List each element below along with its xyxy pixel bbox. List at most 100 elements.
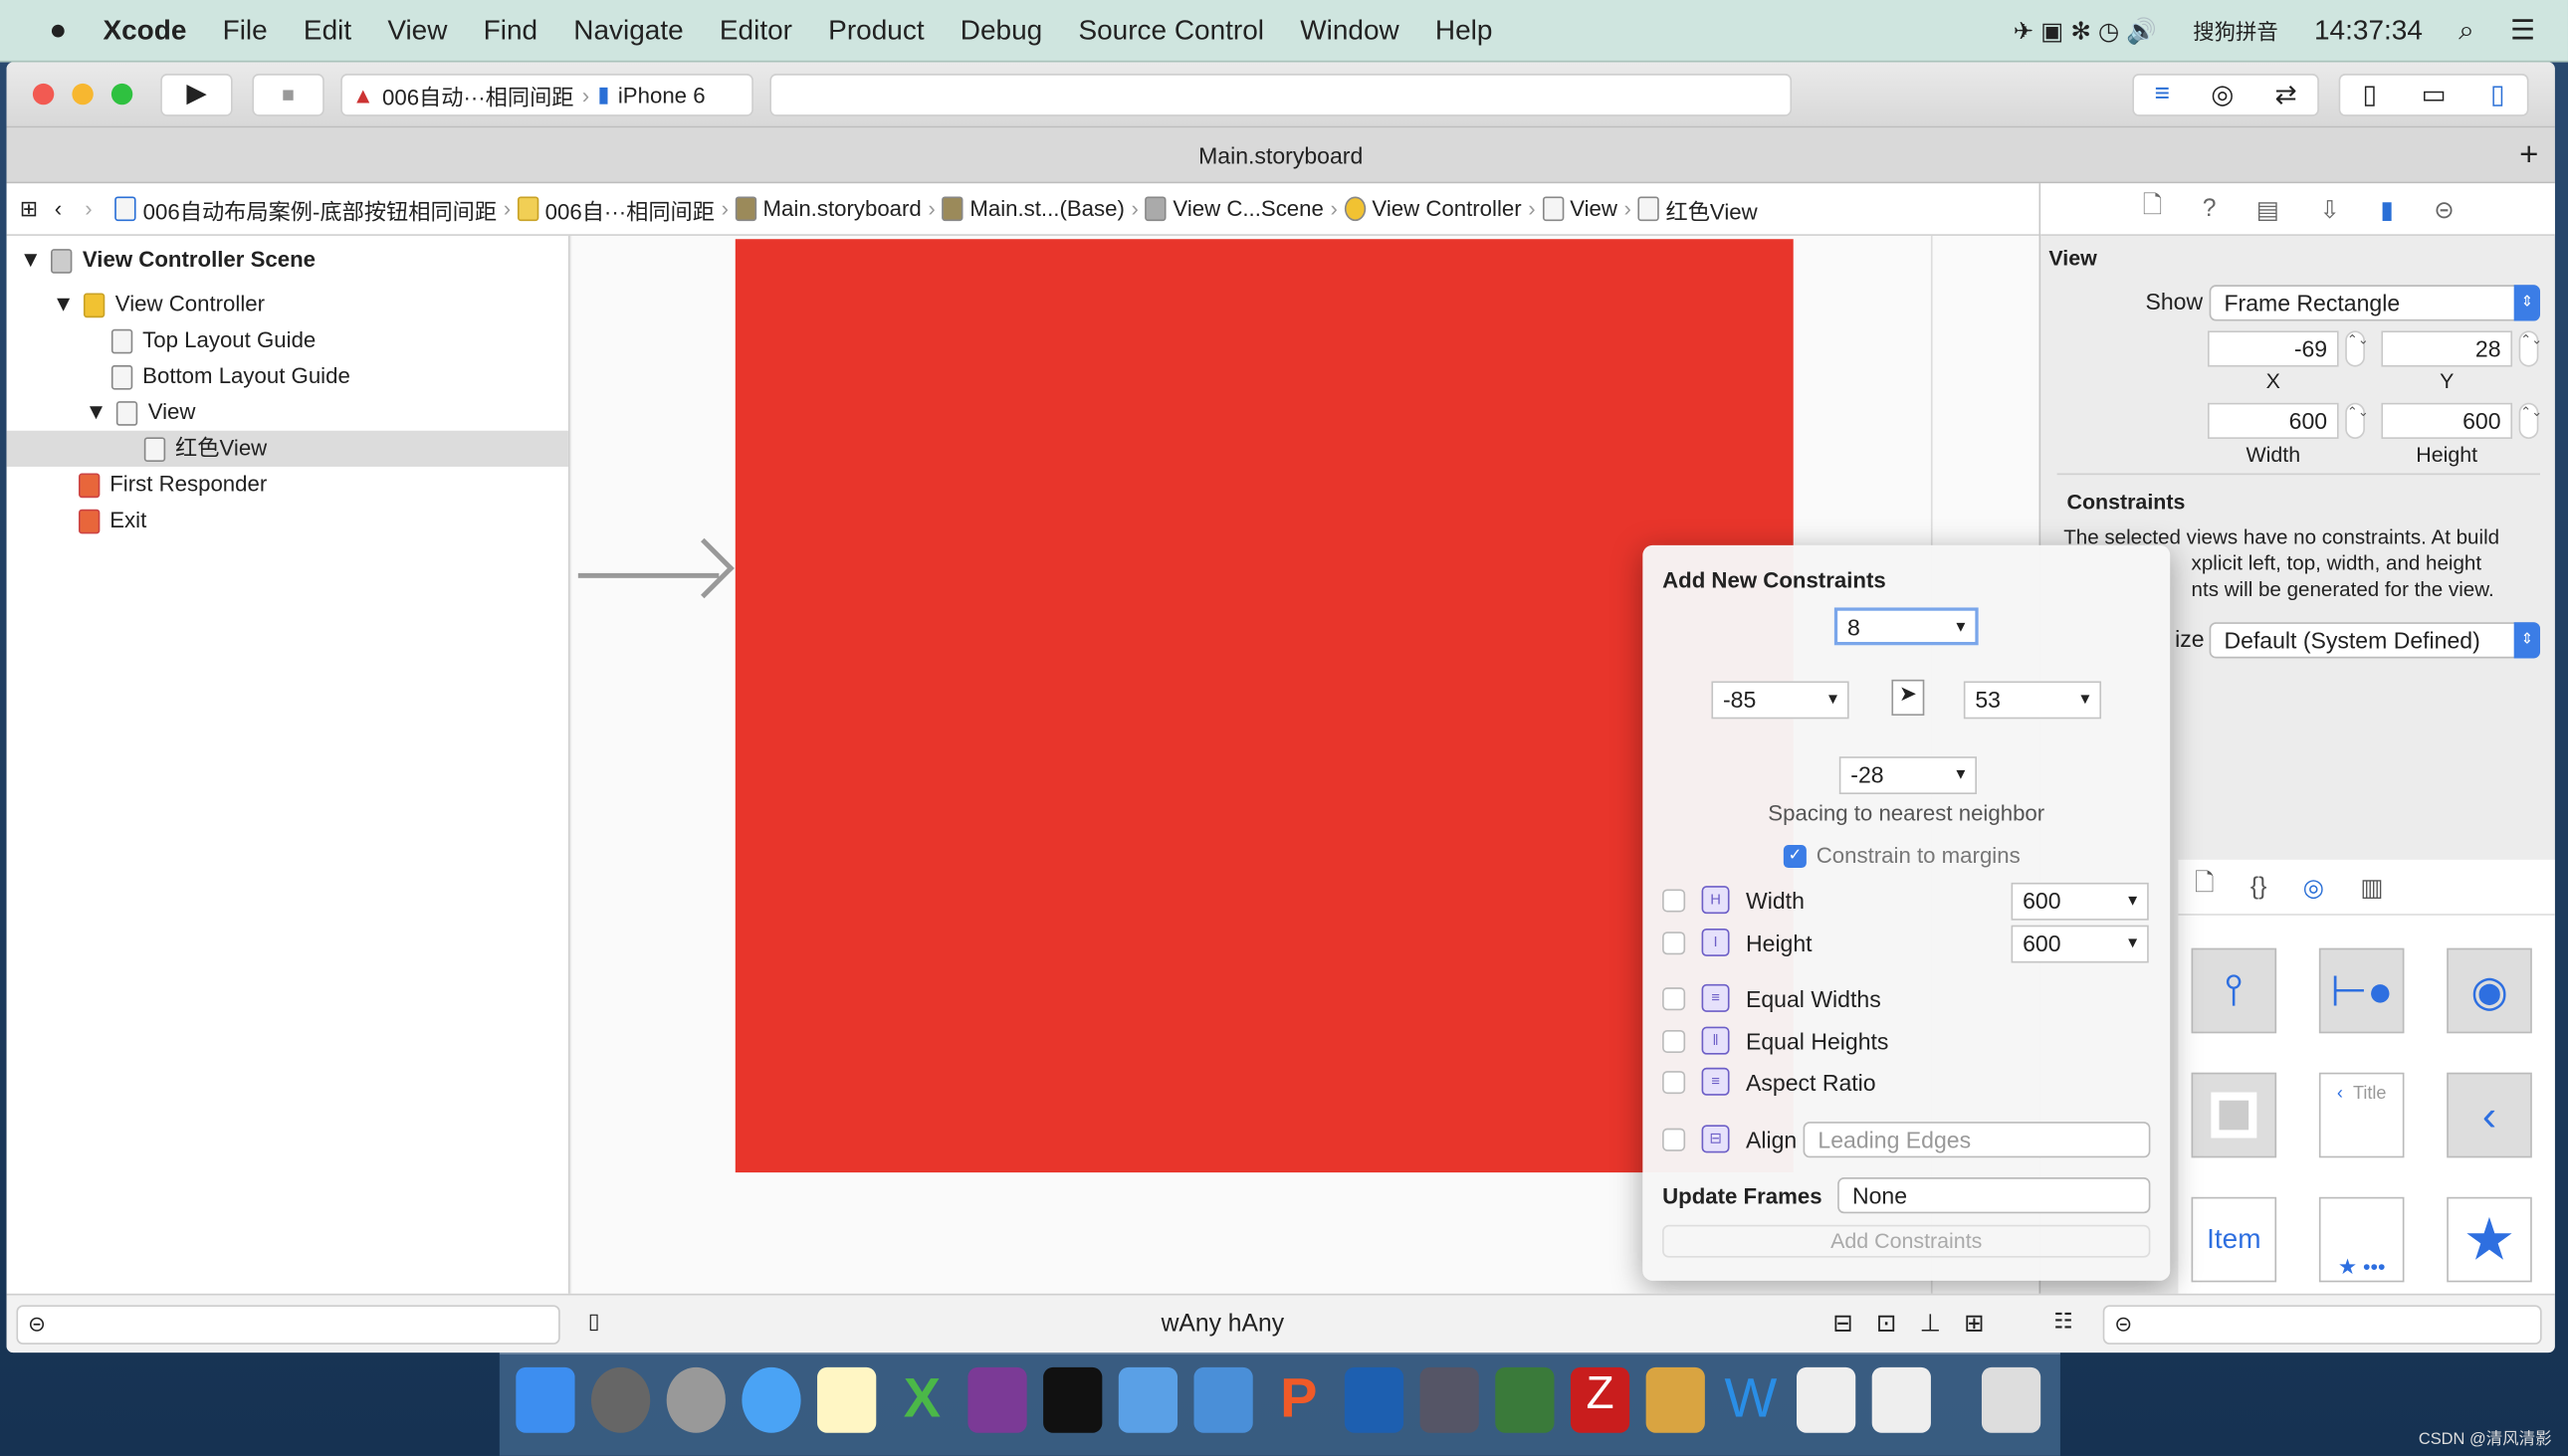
- connections-inspector-icon[interactable]: ⊝: [2434, 194, 2455, 224]
- lib-navigation-bar[interactable]: ‹ Title: [2318, 1072, 2405, 1158]
- input-method[interactable]: 搜狗拼音: [2193, 15, 2278, 46]
- safari-icon[interactable]: [742, 1366, 801, 1433]
- notes-icon[interactable]: [817, 1366, 877, 1433]
- x-stepper[interactable]: ⌃⌄: [2345, 330, 2369, 367]
- height-constraint-row[interactable]: I Height: [1662, 928, 1813, 956]
- code-snippet-icon[interactable]: {}: [2250, 873, 2267, 901]
- zoom-button[interactable]: [110, 83, 133, 105]
- lib-pan-gesture[interactable]: ⊢●: [2318, 947, 2405, 1034]
- scheme-selector[interactable]: ▲ 006自动···相同间距 › ▮ iPhone 6: [340, 74, 753, 116]
- finder-icon[interactable]: [516, 1366, 575, 1433]
- simulator-icon[interactable]: [1193, 1366, 1253, 1433]
- related-items-icon[interactable]: ⊞: [20, 196, 39, 222]
- height-field[interactable]: 600: [2381, 402, 2513, 439]
- identity-inspector-icon[interactable]: ▤: [2256, 194, 2279, 224]
- outline-view-controller[interactable]: ▼ View Controller: [53, 287, 265, 322]
- aspect-ratio-row[interactable]: ≡ Aspect Ratio: [1662, 1067, 1876, 1096]
- video-icon[interactable]: [1419, 1366, 1479, 1433]
- y-field[interactable]: 28: [2381, 330, 2513, 367]
- width-value-field[interactable]: 600: [2011, 882, 2149, 921]
- menu-debug[interactable]: Debug: [961, 14, 1042, 47]
- menu-source-control[interactable]: Source Control: [1078, 14, 1264, 47]
- instruments-2-icon[interactable]: [1871, 1366, 1931, 1433]
- status-icons[interactable]: ✈ ▣ ✻ ◷ 🔊: [2014, 16, 2157, 45]
- onenote-icon[interactable]: [967, 1366, 1027, 1433]
- close-button[interactable]: [32, 83, 55, 105]
- outline-scene[interactable]: ▼ View Controller Scene: [20, 243, 316, 279]
- jump-base[interactable]: Main.st...(Base): [942, 196, 1125, 222]
- width-field[interactable]: 600: [2207, 402, 2339, 439]
- lib-back-button[interactable]: ‹: [2447, 1072, 2532, 1158]
- lib-tab-bar[interactable]: ★ •••: [2318, 1196, 2405, 1283]
- app-icon[interactable]: [1495, 1366, 1555, 1433]
- jump-storyboard[interactable]: Main.storyboard: [735, 196, 922, 222]
- y-stepper[interactable]: ⌃⌄: [2518, 330, 2542, 367]
- version-editor-icon[interactable]: ⇄: [2275, 79, 2297, 111]
- equal-widths-row[interactable]: ≡ Equal Widths: [1662, 983, 1881, 1012]
- minimize-button[interactable]: [72, 83, 94, 105]
- jump-view[interactable]: View: [1542, 196, 1617, 222]
- constrain-to-margins-checkbox[interactable]: ✓ Constrain to margins: [1783, 843, 2021, 868]
- help-inspector-icon[interactable]: ?: [2203, 195, 2217, 223]
- layout-size-select[interactable]: Default (System Defined) ⇕: [2209, 622, 2541, 659]
- menu-navigate[interactable]: Navigate: [573, 14, 683, 47]
- top-spacing-field[interactable]: 8: [1833, 607, 1979, 646]
- file-template-icon[interactable]: 🗋: [2195, 866, 2215, 907]
- update-frames-select[interactable]: None: [1837, 1177, 2151, 1214]
- outline-top-layout-guide[interactable]: Top Layout Guide: [110, 322, 316, 358]
- pencil-app-icon[interactable]: [1645, 1366, 1705, 1433]
- stop-button[interactable]: ■: [252, 74, 324, 116]
- outline-bottom-layout-guide[interactable]: Bottom Layout Guide: [110, 358, 350, 394]
- align-row[interactable]: ⊟ Align: [1662, 1125, 1797, 1153]
- width-constraint-row[interactable]: H Width: [1662, 886, 1805, 915]
- jump-red-view[interactable]: 红色View: [1637, 192, 1758, 225]
- excel-icon[interactable]: X: [893, 1367, 952, 1433]
- attributes-inspector-icon[interactable]: ⇩: [2319, 194, 2340, 224]
- debug-toggle-icon[interactable]: ▭: [2422, 79, 2447, 111]
- navigator-toggle-icon[interactable]: ▯: [2363, 79, 2378, 111]
- height-value-field[interactable]: 600: [2011, 925, 2149, 963]
- x-field[interactable]: -69: [2207, 330, 2339, 367]
- media-library-icon[interactable]: ▥: [2360, 872, 2383, 902]
- size-class-button[interactable]: wAny hAny: [1162, 1310, 1284, 1338]
- menu-file[interactable]: File: [223, 14, 268, 47]
- toggle-outline-icon[interactable]: ▯: [588, 1309, 600, 1335]
- xcode-dock-icon[interactable]: [1118, 1366, 1178, 1433]
- word-icon[interactable]: W: [1721, 1367, 1780, 1433]
- bottom-spacing-field[interactable]: -28: [1838, 756, 1977, 795]
- menu-find[interactable]: Find: [484, 14, 537, 47]
- menu-product[interactable]: Product: [828, 14, 924, 47]
- add-tab-icon[interactable]: +: [2519, 127, 2538, 183]
- back-icon[interactable]: ‹: [55, 196, 62, 221]
- add-constraints-button[interactable]: Add Constraints: [1662, 1224, 2151, 1258]
- outline-view[interactable]: ▼ View: [86, 395, 195, 431]
- file-inspector-icon[interactable]: 🗋: [2143, 188, 2163, 229]
- run-button[interactable]: ▶: [160, 74, 233, 116]
- menu-editor[interactable]: Editor: [720, 14, 792, 47]
- apple-icon[interactable]: ●: [49, 13, 67, 48]
- launchpad-icon[interactable]: [666, 1366, 726, 1433]
- outline-first-responder[interactable]: First Responder: [78, 467, 267, 503]
- lib-tap-gesture[interactable]: ⫯: [2191, 947, 2277, 1034]
- screenshot-icon[interactable]: [1344, 1366, 1404, 1433]
- outline-filter-field[interactable]: ⊝: [16, 1305, 560, 1345]
- library-view-mode-icon[interactable]: ☷: [2053, 1309, 2072, 1335]
- height-stepper[interactable]: ⌃⌄: [2518, 402, 2542, 439]
- jump-view-controller[interactable]: View Controller: [1344, 196, 1522, 222]
- object-library-icon[interactable]: ◎: [2303, 872, 2325, 902]
- menu-help[interactable]: Help: [1435, 14, 1493, 47]
- library-filter-field[interactable]: ⊝: [2102, 1305, 2542, 1345]
- instruments-icon[interactable]: [1797, 1366, 1856, 1433]
- jump-project[interactable]: 006自动布局案例-底部按钮相同间距: [114, 192, 497, 225]
- equal-heights-row[interactable]: ‖ Equal Heights: [1662, 1026, 1888, 1055]
- trash-icon[interactable]: [1981, 1366, 2041, 1433]
- menu-view[interactable]: View: [387, 14, 447, 47]
- clock[interactable]: 14:37:34: [2314, 14, 2423, 47]
- lib-bar-item[interactable]: Item: [2191, 1196, 2277, 1283]
- lib-view[interactable]: [2191, 1072, 2277, 1158]
- trailing-spacing-field[interactable]: 53: [1963, 681, 2102, 720]
- size-inspector-icon[interactable]: ▮: [2380, 194, 2394, 224]
- terminal-icon[interactable]: [1043, 1366, 1103, 1433]
- width-stepper[interactable]: ⌃⌄: [2345, 402, 2369, 439]
- align-select[interactable]: Leading Edges: [1803, 1122, 2151, 1158]
